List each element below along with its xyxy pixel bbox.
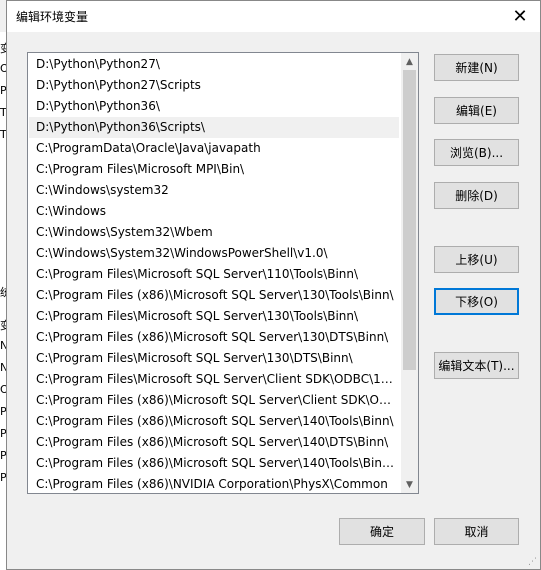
path-list-item[interactable]: C:\Windows\System32\WindowsPowerShell\v1…: [29, 243, 399, 264]
ok-button[interactable]: 确定: [339, 518, 425, 545]
move-down-button[interactable]: 下移(O): [434, 288, 519, 315]
path-list-item[interactable]: C:\Program Files (x86)\Microsoft SQL Ser…: [29, 327, 399, 348]
path-list-item[interactable]: D:\Python\Python27\: [29, 54, 399, 75]
move-up-button[interactable]: 上移(U): [434, 246, 519, 273]
path-list-item[interactable]: D:\Python\Python36\: [29, 96, 399, 117]
path-list-item[interactable]: C:\ProgramData\Oracle\Java\javapath: [29, 138, 399, 159]
path-list-item[interactable]: D:\Python\Python27\Scripts: [29, 75, 399, 96]
scroll-up-icon[interactable]: ▲: [401, 53, 418, 70]
browse-button[interactable]: 浏览(B)...: [434, 139, 519, 166]
path-list-item[interactable]: C:\Program Files\Microsoft MPI\Bin\: [29, 159, 399, 180]
path-list-item[interactable]: C:\Program Files (x86)\Microsoft SQL Ser…: [29, 411, 399, 432]
scrollbar-thumb[interactable]: [403, 70, 416, 370]
resize-grip-icon[interactable]: ⋰: [528, 557, 538, 567]
path-list-item[interactable]: C:\Windows\system32: [29, 180, 399, 201]
path-list-item[interactable]: C:\Windows: [29, 201, 399, 222]
path-list-item[interactable]: C:\Program Files (x86)\Microsoft SQL Ser…: [29, 285, 399, 306]
path-list-item[interactable]: D:\Python\Python36\Scripts\: [29, 117, 399, 138]
dialog-title: 编辑环境变量: [16, 10, 89, 24]
edit-button[interactable]: 编辑(E): [434, 97, 519, 124]
title-bar[interactable]: 编辑环境变量 ✕: [7, 1, 540, 32]
cancel-button[interactable]: 取消: [434, 518, 519, 545]
path-list-item[interactable]: C:\Program Files\Microsoft SQL Server\13…: [29, 306, 399, 327]
path-list-item[interactable]: C:\Program Files (x86)\Microsoft SQL Ser…: [29, 432, 399, 453]
path-list-item[interactable]: C:\Program Files\Microsoft SQL Server\11…: [29, 264, 399, 285]
edit-text-button[interactable]: 编辑文本(T)...: [434, 352, 519, 379]
edit-env-var-dialog: 编辑环境变量 ✕ D:\Python\Python27\ D:\Python\Py…: [6, 0, 541, 570]
path-list-item[interactable]: C:\Program Files\Microsoft SQL Server\Cl…: [29, 369, 399, 390]
path-list-item[interactable]: C:\Program Files (x86)\NVIDIA Corporatio…: [29, 474, 399, 493]
path-listbox[interactable]: D:\Python\Python27\ D:\Python\Python27\Sc…: [27, 52, 419, 494]
path-list-item[interactable]: C:\Program Files (x86)\Microsoft SQL Ser…: [29, 453, 399, 474]
path-list-item[interactable]: C:\Windows\System32\Wbem: [29, 222, 399, 243]
new-button[interactable]: 新建(N): [434, 54, 519, 81]
vertical-scrollbar[interactable]: ▲ ▼: [401, 53, 418, 493]
path-list-item[interactable]: C:\Program Files\Microsoft SQL Server\13…: [29, 348, 399, 369]
close-icon[interactable]: ✕: [500, 1, 540, 32]
delete-button[interactable]: 删除(D): [434, 182, 519, 209]
path-list-item[interactable]: C:\Program Files (x86)\Microsoft SQL Ser…: [29, 390, 399, 411]
scroll-down-icon[interactable]: ▼: [401, 476, 418, 493]
